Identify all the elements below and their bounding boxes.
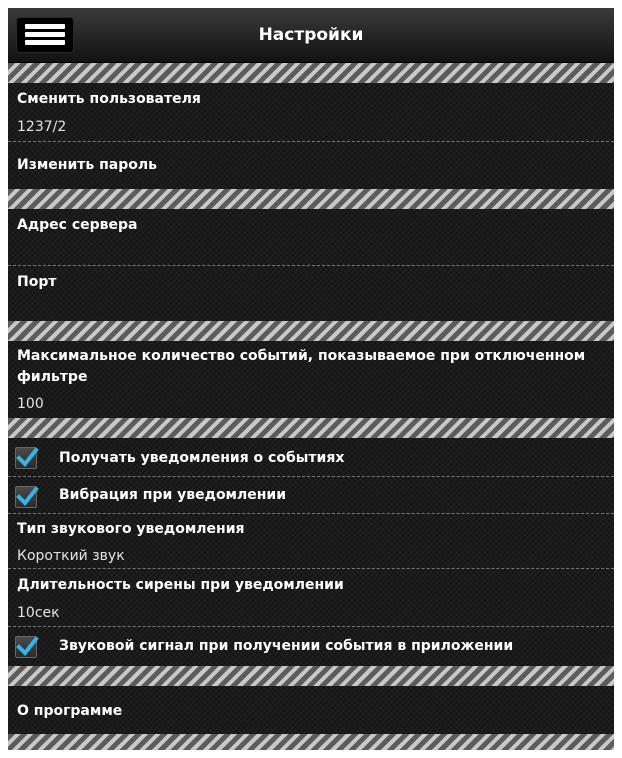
siren-duration-label: Длительность сирены при уведомлении <box>17 577 344 593</box>
section-separator <box>8 189 614 209</box>
action-bar: Настройки <box>8 8 614 63</box>
vibration-checkbox[interactable] <box>15 486 39 508</box>
siren-duration-value: 10сек <box>17 605 60 621</box>
check-icon <box>16 447 39 468</box>
settings-screen: Настройки Сменить пользователя 1237/2 Из… <box>8 8 614 750</box>
receive-notifications-checkbox[interactable] <box>15 447 39 469</box>
max-events-value: 100 <box>17 396 44 412</box>
sound-type-value: Короткий звук <box>17 548 125 564</box>
server-address-item[interactable]: Адрес сервера <box>8 209 614 265</box>
change-user-value: 1237/2 <box>17 119 67 135</box>
section-separator <box>8 63 614 83</box>
change-user-item[interactable]: Сменить пользователя 1237/2 <box>8 83 614 141</box>
max-events-label-line1: Максимальное количество событий, показыв… <box>17 348 586 364</box>
in-app-sound-item[interactable]: Звуковой сигнал при получении события в … <box>8 627 614 665</box>
in-app-sound-label: Звуковой сигнал при получении события в … <box>59 638 514 654</box>
server-address-label: Адрес сервера <box>17 217 138 233</box>
change-password-item[interactable]: Изменить пароль <box>8 142 614 187</box>
receive-notifications-label: Получать уведомления о событиях <box>59 450 345 466</box>
section-separator <box>8 666 614 686</box>
sound-type-label: Тип звукового уведомления <box>17 521 245 537</box>
in-app-sound-checkbox[interactable] <box>15 636 39 658</box>
port-label: Порт <box>17 274 57 290</box>
siren-duration-item[interactable]: Длительность сирены при уведомлении 10се… <box>8 569 614 626</box>
about-label: О программе <box>17 703 123 719</box>
max-events-label-line2: фильтре <box>17 369 88 385</box>
check-icon <box>16 486 39 507</box>
section-separator <box>8 321 614 341</box>
port-item[interactable]: Порт <box>8 266 614 320</box>
check-icon <box>16 636 39 657</box>
receive-notifications-item[interactable]: Получать уведомления о событиях <box>8 438 614 476</box>
page-title: Настройки <box>258 25 364 45</box>
change-user-label: Сменить пользователя <box>17 91 201 107</box>
about-item[interactable]: О программе <box>8 686 614 734</box>
section-separator <box>8 418 614 438</box>
section-separator <box>8 734 614 750</box>
sound-type-item[interactable]: Тип звукового уведомления Короткий звук <box>8 514 614 568</box>
vibration-item[interactable]: Вибрация при уведомлении <box>8 477 614 513</box>
vibration-label: Вибрация при уведомлении <box>59 487 287 503</box>
change-password-label: Изменить пароль <box>17 157 157 173</box>
max-events-item[interactable]: Максимальное количество событий, показыв… <box>8 341 614 418</box>
